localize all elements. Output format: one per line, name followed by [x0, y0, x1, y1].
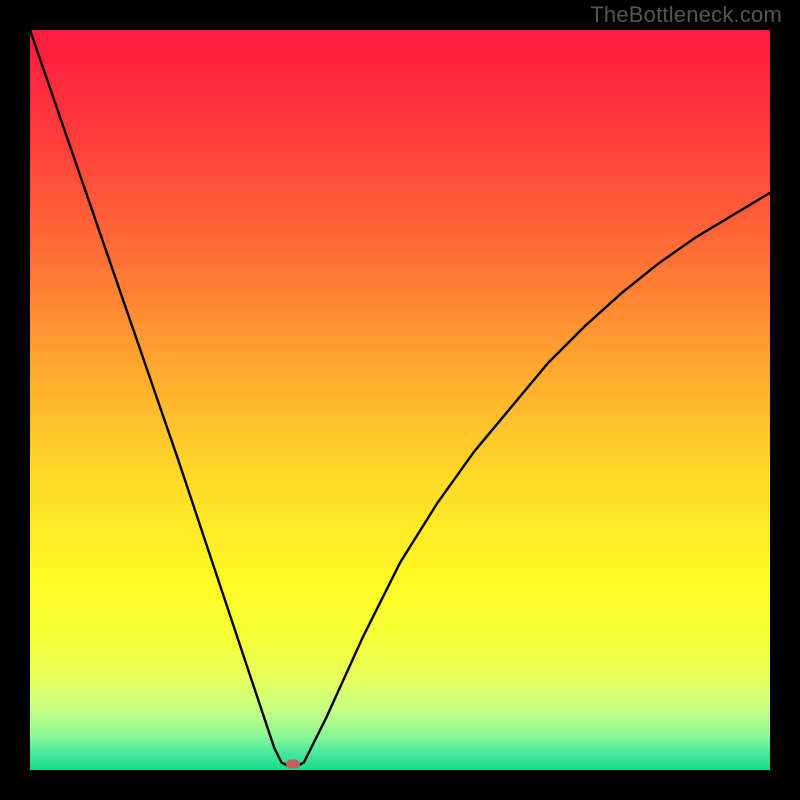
chart-frame: TheBottleneck.com	[0, 0, 800, 800]
optimum-marker-icon	[286, 760, 300, 769]
background-gradient	[30, 30, 770, 770]
watermark-label: TheBottleneck.com	[590, 2, 782, 28]
plot-area	[30, 30, 770, 770]
